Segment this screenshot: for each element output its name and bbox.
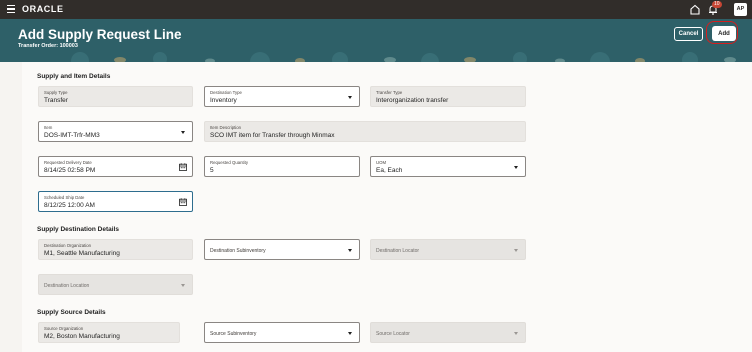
source-subinventory-select[interactable]: Source Subinventory	[204, 322, 360, 343]
page-header: Add Supply Request Line Transfer Order: …	[0, 19, 752, 62]
destination-type-select[interactable]: Destination Type Inventory	[204, 86, 360, 107]
destination-organization-value: M1, Seattle Manufacturing	[44, 250, 120, 257]
destination-subinventory-placeholder: Destination Subinventory	[210, 248, 266, 254]
requested-delivery-date-label: Requested Delivery Date	[44, 160, 92, 165]
page-title: Add Supply Request Line	[18, 27, 182, 42]
destination-type-value: Inventory	[210, 97, 237, 104]
requested-delivery-date-value: 8/14/25 02:58 PM	[44, 167, 96, 174]
item-description-value: SCO IMT item for Transfer through Minmax	[210, 132, 335, 139]
scheduled-ship-date-input[interactable]: Scheduled Ship Date 8/12/25 12:00 AM	[38, 191, 193, 212]
section-title-source-details: Supply Source Details	[37, 309, 106, 316]
destination-location-select: Destination Location	[38, 274, 193, 295]
item-description-field: Item Description SCO IMT item for Transf…	[204, 121, 526, 142]
cancel-button[interactable]: Cancel	[674, 27, 703, 41]
calendar-icon[interactable]	[179, 163, 187, 171]
chevron-down-icon[interactable]	[348, 96, 352, 99]
notification-badge: 10	[712, 1, 722, 8]
destination-location-placeholder: Destination Location	[44, 283, 90, 289]
oracle-logo: ORACLE	[22, 4, 64, 14]
supply-type-value: Transfer	[44, 97, 68, 104]
calendar-icon[interactable]	[179, 198, 187, 206]
scheduled-ship-date-label: Scheduled Ship Date	[44, 195, 85, 200]
supply-type-field: Supply Type Transfer	[38, 86, 193, 107]
transfer-type-label: Transfer Type	[376, 90, 403, 95]
chevron-down-icon[interactable]	[514, 166, 518, 169]
source-locator-placeholder: Source Locator	[376, 331, 410, 337]
menu-icon[interactable]	[7, 5, 15, 13]
section-title-destination-details: Supply Destination Details	[37, 226, 119, 233]
source-organization-field: Source Organization M2, Boston Manufactu…	[38, 322, 180, 343]
uom-label: UOM	[376, 160, 387, 165]
transfer-order-subtitle: Transfer Order: 100003	[18, 43, 78, 49]
uom-select[interactable]: UOM Ea, Each	[370, 156, 526, 177]
source-locator-select: Source Locator	[370, 322, 526, 343]
supply-type-label: Supply Type	[44, 90, 68, 95]
item-label: Item	[44, 125, 53, 130]
chevron-down-icon	[181, 284, 185, 287]
destination-subinventory-select[interactable]: Destination Subinventory	[204, 239, 360, 260]
transfer-type-field: Transfer Type Interorganization transfer	[370, 86, 526, 107]
scheduled-ship-date-value: 8/12/25 12:00 AM	[44, 202, 95, 209]
requested-quantity-input[interactable]: Requested Quantity 5	[204, 156, 360, 177]
chevron-down-icon	[514, 332, 518, 335]
item-select[interactable]: Item DOS-IMT-Trfr-MM3	[38, 121, 193, 142]
home-icon[interactable]	[690, 4, 700, 15]
chevron-down-icon[interactable]	[181, 131, 185, 134]
user-avatar[interactable]: AP	[734, 3, 747, 16]
section-title-item-details: Supply and Item Details	[37, 73, 111, 80]
requested-delivery-date-input[interactable]: Requested Delivery Date 8/14/25 02:58 PM	[38, 156, 193, 177]
source-organization-label: Source Organization	[44, 326, 84, 331]
destination-locator-select: Destination Locator	[370, 239, 526, 260]
destination-organization-label: Destination Organization	[44, 243, 92, 248]
destination-locator-placeholder: Destination Locator	[376, 248, 420, 254]
chevron-down-icon	[514, 249, 518, 252]
chevron-down-icon[interactable]	[348, 249, 352, 252]
item-description-label: Item Description	[210, 125, 242, 130]
requested-quantity-label: Requested Quantity	[210, 160, 248, 165]
source-organization-value: M2, Boston Manufacturing	[44, 333, 120, 340]
item-value: DOS-IMT-Trfr-MM3	[44, 132, 100, 139]
destination-organization-field: Destination Organization M1, Seattle Man…	[38, 239, 193, 260]
requested-quantity-value: 5	[210, 167, 214, 174]
chevron-down-icon[interactable]	[348, 332, 352, 335]
transfer-type-value: Interorganization transfer	[376, 97, 449, 104]
uom-value: Ea, Each	[376, 167, 403, 174]
source-subinventory-placeholder: Source Subinventory	[210, 331, 257, 337]
highlight-annotation	[706, 21, 738, 44]
destination-type-label: Destination Type	[210, 90, 242, 95]
global-header: ORACLE 10 AP	[0, 0, 752, 19]
